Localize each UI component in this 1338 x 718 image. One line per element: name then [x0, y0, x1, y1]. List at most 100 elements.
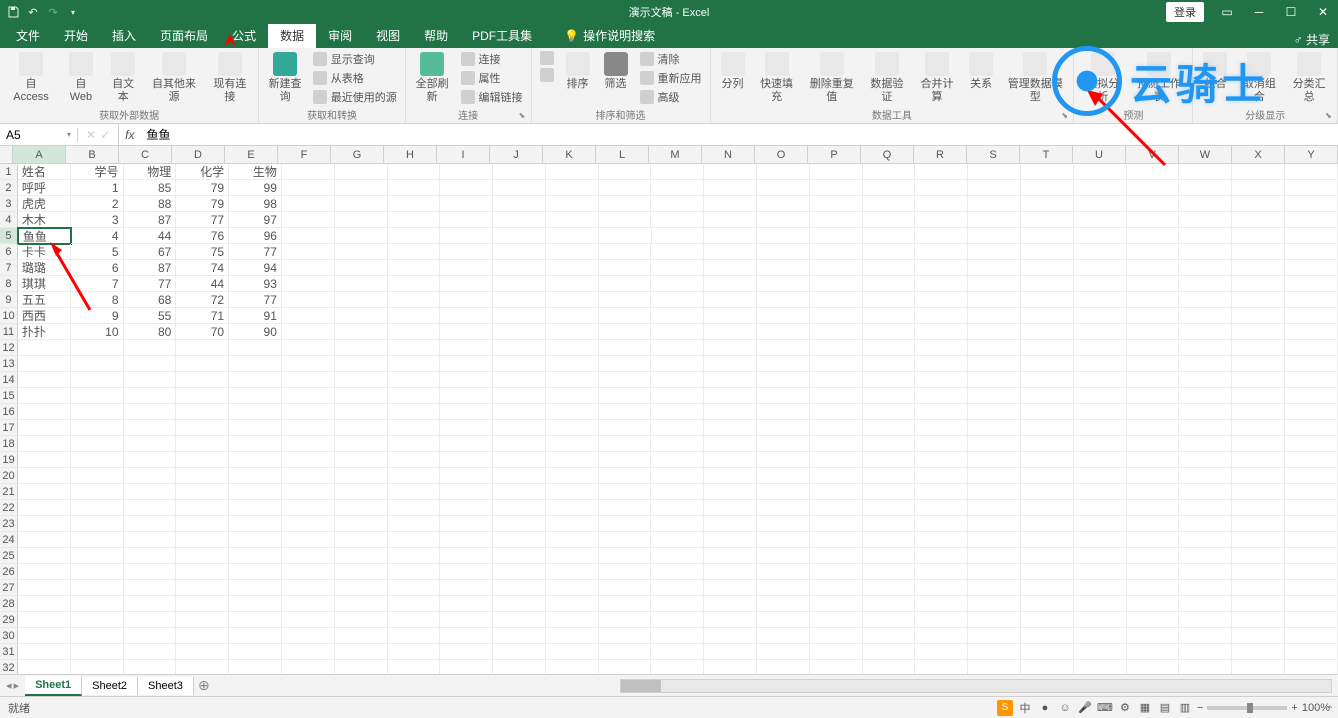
- cell-W30[interactable]: [1179, 628, 1232, 644]
- formula-input[interactable]: 鱼鱼: [140, 126, 1338, 143]
- cell-G9[interactable]: [335, 292, 388, 308]
- sf-1[interactable]: 重新应用: [636, 69, 706, 87]
- cell-F17[interactable]: [282, 420, 335, 436]
- row-header-17[interactable]: 17: [0, 420, 18, 436]
- cell-V10[interactable]: [1127, 308, 1180, 324]
- cell-F21[interactable]: [282, 484, 335, 500]
- cell-H17[interactable]: [388, 420, 441, 436]
- cell-V21[interactable]: [1127, 484, 1180, 500]
- cell-N4[interactable]: [704, 212, 757, 228]
- cell-O1[interactable]: [757, 164, 810, 180]
- cell-T13[interactable]: [1021, 356, 1074, 372]
- cell-J24[interactable]: [493, 532, 546, 548]
- cell-I20[interactable]: [440, 468, 493, 484]
- fx-icon[interactable]: fx: [119, 128, 140, 142]
- cell-C21[interactable]: [124, 484, 177, 500]
- cell-L6[interactable]: [599, 244, 652, 260]
- cell-A6[interactable]: 卡卡: [18, 244, 71, 260]
- cell-A1[interactable]: 姓名: [18, 164, 71, 180]
- cell-B4[interactable]: 3: [71, 212, 124, 228]
- cell-A12[interactable]: [18, 340, 71, 356]
- cell-A23[interactable]: [18, 516, 71, 532]
- cell-U6[interactable]: [1074, 244, 1127, 260]
- cell-S32[interactable]: [968, 660, 1021, 674]
- cell-K3[interactable]: [546, 196, 599, 212]
- col-header-S[interactable]: S: [967, 146, 1020, 163]
- cell-J27[interactable]: [493, 580, 546, 596]
- cell-X9[interactable]: [1232, 292, 1285, 308]
- close-icon[interactable]: ✕: [1308, 0, 1338, 24]
- cell-B6[interactable]: 5: [71, 244, 124, 260]
- cell-F19[interactable]: [282, 452, 335, 468]
- cell-I17[interactable]: [440, 420, 493, 436]
- cell-H13[interactable]: [388, 356, 441, 372]
- cell-B19[interactable]: [71, 452, 124, 468]
- cell-W6[interactable]: [1179, 244, 1232, 260]
- cell-P25[interactable]: [810, 548, 863, 564]
- cell-T1[interactable]: [1021, 164, 1074, 180]
- row-header-27[interactable]: 27: [0, 580, 18, 596]
- cell-H21[interactable]: [388, 484, 441, 500]
- cell-G1[interactable]: [335, 164, 388, 180]
- cell-M20[interactable]: [651, 468, 704, 484]
- cell-T18[interactable]: [1021, 436, 1074, 452]
- cell-R11[interactable]: [915, 324, 968, 340]
- cell-R23[interactable]: [915, 516, 968, 532]
- cell-O15[interactable]: [757, 388, 810, 404]
- cell-O9[interactable]: [757, 292, 810, 308]
- cell-K2[interactable]: [546, 180, 599, 196]
- refresh-all-button[interactable]: 全部刷新: [410, 50, 455, 106]
- cell-X16[interactable]: [1232, 404, 1285, 420]
- cell-C16[interactable]: [124, 404, 177, 420]
- dialog-launcher-icon[interactable]: ⬊: [1061, 111, 1071, 121]
- cell-X8[interactable]: [1232, 276, 1285, 292]
- cell-Y13[interactable]: [1285, 356, 1338, 372]
- cell-O18[interactable]: [757, 436, 810, 452]
- cell-W22[interactable]: [1179, 500, 1232, 516]
- cell-S1[interactable]: [968, 164, 1021, 180]
- cell-J22[interactable]: [493, 500, 546, 516]
- cell-U32[interactable]: [1074, 660, 1127, 674]
- col-header-U[interactable]: U: [1073, 146, 1126, 163]
- cell-J6[interactable]: [493, 244, 546, 260]
- col-header-H[interactable]: H: [384, 146, 437, 163]
- cell-E30[interactable]: [229, 628, 282, 644]
- ime-emoji-icon[interactable]: ☺: [1057, 700, 1073, 716]
- cell-R16[interactable]: [915, 404, 968, 420]
- sf-0[interactable]: 清除: [636, 50, 706, 68]
- cell-J26[interactable]: [493, 564, 546, 580]
- cell-I27[interactable]: [440, 580, 493, 596]
- cell-M4[interactable]: [651, 212, 704, 228]
- cell-W12[interactable]: [1179, 340, 1232, 356]
- cell-S8[interactable]: [968, 276, 1021, 292]
- zoom-in-icon[interactable]: +: [1291, 702, 1297, 714]
- cell-P10[interactable]: [810, 308, 863, 324]
- cell-X12[interactable]: [1232, 340, 1285, 356]
- cell-I12[interactable]: [440, 340, 493, 356]
- cell-Y29[interactable]: [1285, 612, 1338, 628]
- cell-C5[interactable]: 44: [124, 228, 177, 244]
- cell-V16[interactable]: [1127, 404, 1180, 420]
- cell-J32[interactable]: [493, 660, 546, 674]
- qat-dropdown-icon[interactable]: ▾: [66, 5, 80, 19]
- cell-W20[interactable]: [1179, 468, 1232, 484]
- cell-D31[interactable]: [176, 644, 229, 660]
- cell-N24[interactable]: [704, 532, 757, 548]
- ribbon-display-icon[interactable]: ▭: [1212, 0, 1242, 24]
- cell-P24[interactable]: [810, 532, 863, 548]
- cell-I19[interactable]: [440, 452, 493, 468]
- cell-Y21[interactable]: [1285, 484, 1338, 500]
- cell-G6[interactable]: [335, 244, 388, 260]
- cell-C18[interactable]: [124, 436, 177, 452]
- cell-H7[interactable]: [388, 260, 441, 276]
- cell-X32[interactable]: [1232, 660, 1285, 674]
- row-header-31[interactable]: 31: [0, 644, 18, 660]
- cell-N3[interactable]: [704, 196, 757, 212]
- cell-T23[interactable]: [1021, 516, 1074, 532]
- cell-S9[interactable]: [968, 292, 1021, 308]
- cell-X4[interactable]: [1232, 212, 1285, 228]
- cell-T29[interactable]: [1021, 612, 1074, 628]
- ol-2[interactable]: 分类汇总: [1285, 50, 1333, 106]
- row-header-13[interactable]: 13: [0, 356, 18, 372]
- cell-N7[interactable]: [704, 260, 757, 276]
